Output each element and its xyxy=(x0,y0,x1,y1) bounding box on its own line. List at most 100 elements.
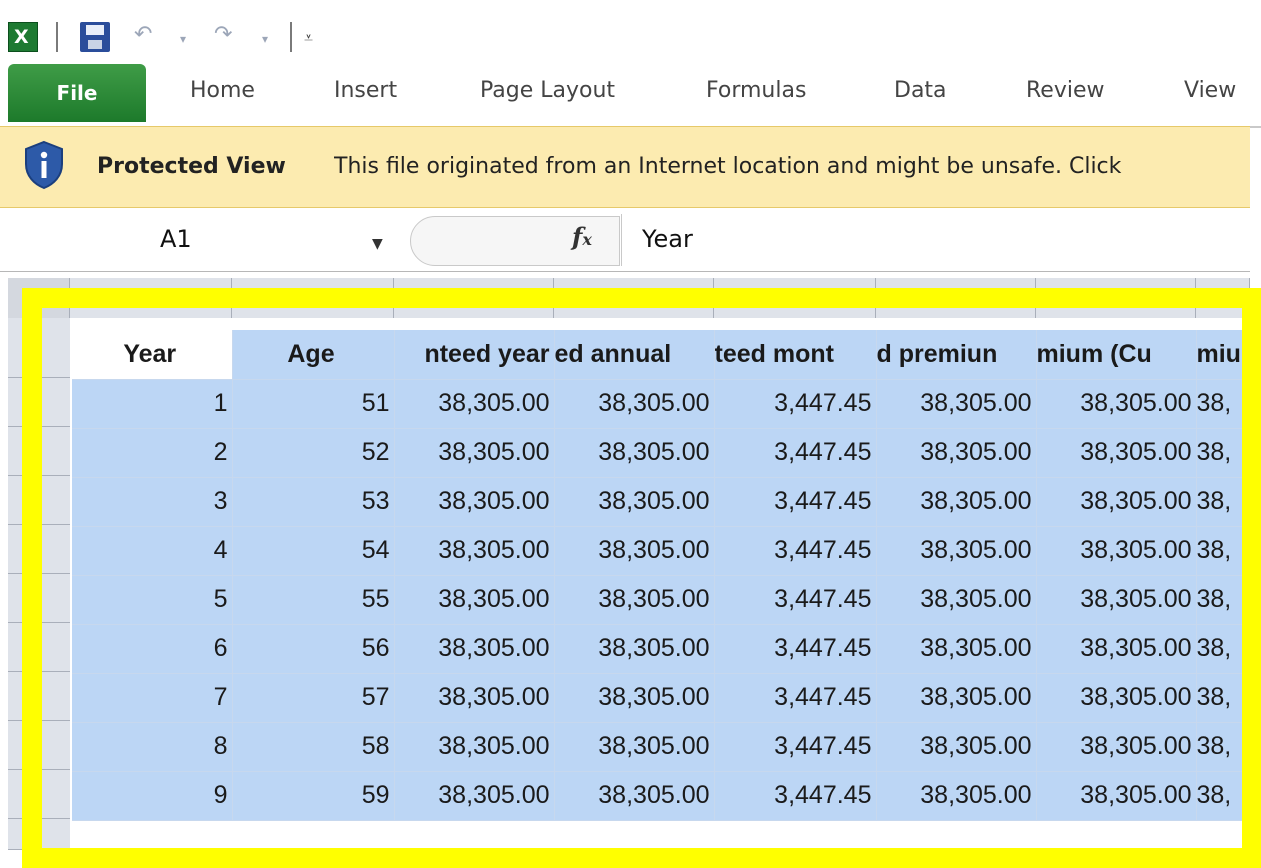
table-cell[interactable]: 38, xyxy=(1196,722,1257,772)
formula-input[interactable]: Year xyxy=(642,225,693,253)
table-cell[interactable]: 9 xyxy=(72,771,233,821)
table-cell[interactable]: 3,447.45 xyxy=(714,722,877,772)
table-cell[interactable]: 38,305.00 xyxy=(1036,673,1197,723)
table-cell[interactable]: 38,305.00 xyxy=(394,722,555,772)
table-cell[interactable]: 58 xyxy=(232,722,395,772)
table-cell[interactable]: 38,305.00 xyxy=(554,673,715,723)
row-header[interactable] xyxy=(8,525,70,574)
table-cell[interactable]: 8 xyxy=(72,722,233,772)
table-cell[interactable]: 3,447.45 xyxy=(714,428,877,478)
table-cell[interactable]: 38,305.00 xyxy=(1036,477,1197,527)
table-cell[interactable]: 3,447.45 xyxy=(714,673,877,723)
table-cell[interactable]: 38, xyxy=(1196,575,1257,625)
table-cell[interactable]: 38,305.00 xyxy=(876,673,1037,723)
table-cell[interactable]: 38,305.00 xyxy=(554,477,715,527)
table-cell[interactable]: 57 xyxy=(232,673,395,723)
table-cell[interactable]: 56 xyxy=(232,624,395,674)
column-header[interactable] xyxy=(1196,278,1250,318)
table-cell[interactable]: 38,305.00 xyxy=(876,575,1037,625)
header-cell[interactable]: d premiun xyxy=(876,330,1037,380)
table-cell[interactable]: 38, xyxy=(1196,624,1257,674)
column-header[interactable] xyxy=(554,278,714,318)
row-header[interactable] xyxy=(8,721,70,770)
tab-page-layout[interactable]: Page Layout xyxy=(480,78,615,103)
table-cell[interactable]: 4 xyxy=(72,526,233,576)
row-header[interactable] xyxy=(8,623,70,672)
name-box-dropdown-icon[interactable]: ▼ xyxy=(372,236,383,252)
table-cell[interactable]: 38,305.00 xyxy=(876,477,1037,527)
table-cell[interactable]: 38, xyxy=(1196,428,1257,478)
column-header[interactable] xyxy=(394,278,554,318)
redo-dropdown-icon[interactable]: ▾ xyxy=(262,32,268,46)
active-cell[interactable]: Year xyxy=(72,330,233,380)
table-cell[interactable]: 38,305.00 xyxy=(394,379,555,429)
table-cell[interactable]: 38,305.00 xyxy=(1036,771,1197,821)
table-cell[interactable]: 38,305.00 xyxy=(1036,722,1197,772)
table-cell[interactable]: 53 xyxy=(232,477,395,527)
table-cell[interactable]: 38,305.00 xyxy=(554,575,715,625)
table-cell[interactable]: 3 xyxy=(72,477,233,527)
tab-data[interactable]: Data xyxy=(894,78,947,103)
table-cell[interactable]: 3,447.45 xyxy=(714,575,877,625)
table-cell[interactable]: 38,305.00 xyxy=(876,624,1037,674)
table-cell[interactable]: 38,305.00 xyxy=(1036,526,1197,576)
table-cell[interactable]: 54 xyxy=(232,526,395,576)
tab-insert[interactable]: Insert xyxy=(334,78,397,103)
table-cell[interactable]: 51 xyxy=(232,379,395,429)
tab-formulas[interactable]: Formulas xyxy=(706,78,806,103)
table-cell[interactable]: 38,305.00 xyxy=(554,379,715,429)
tab-view[interactable]: View xyxy=(1184,78,1236,103)
table-cell[interactable]: 38, xyxy=(1196,477,1257,527)
table-cell[interactable]: 7 xyxy=(72,673,233,723)
table-cell[interactable]: 38,305.00 xyxy=(876,526,1037,576)
column-header[interactable] xyxy=(714,278,876,318)
table-cell[interactable]: 55 xyxy=(232,575,395,625)
table-cell[interactable]: 38,305.00 xyxy=(554,624,715,674)
table-cell[interactable]: 38,305.00 xyxy=(394,624,555,674)
excel-icon[interactable]: X xyxy=(8,22,38,52)
tab-home[interactable]: Home xyxy=(190,78,255,103)
table-cell[interactable]: 38,305.00 xyxy=(394,477,555,527)
column-header[interactable] xyxy=(876,278,1036,318)
table-cell[interactable]: 38,305.00 xyxy=(394,526,555,576)
row-header[interactable] xyxy=(8,819,70,850)
save-icon[interactable] xyxy=(80,22,110,52)
column-header[interactable] xyxy=(70,278,232,318)
header-cell[interactable]: teed mont xyxy=(714,330,877,380)
table-cell[interactable]: 38,305.00 xyxy=(1036,428,1197,478)
table-cell[interactable]: 38,305.00 xyxy=(394,428,555,478)
table-cell[interactable]: 38,305.00 xyxy=(1036,575,1197,625)
redo-icon[interactable]: ↷ xyxy=(214,22,232,47)
row-header[interactable] xyxy=(8,476,70,525)
row-header[interactable] xyxy=(8,672,70,721)
undo-icon[interactable]: ↶ xyxy=(134,22,152,47)
table-cell[interactable]: 3,447.45 xyxy=(714,526,877,576)
row-header[interactable] xyxy=(8,427,70,476)
table-cell[interactable]: 38,305.00 xyxy=(876,428,1037,478)
column-header[interactable] xyxy=(1036,278,1196,318)
customize-qat-icon[interactable]: ⩡ xyxy=(304,28,313,48)
row-header[interactable] xyxy=(8,574,70,623)
table-cell[interactable]: 3,447.45 xyxy=(714,477,877,527)
column-header[interactable] xyxy=(232,278,394,318)
header-cell[interactable]: ed annual xyxy=(554,330,715,380)
table-cell[interactable]: 3,447.45 xyxy=(714,771,877,821)
tab-review[interactable]: Review xyxy=(1026,78,1105,103)
insert-function-icon[interactable]: fx xyxy=(572,222,592,251)
row-header[interactable] xyxy=(8,770,70,819)
table-cell[interactable]: 1 xyxy=(72,379,233,429)
table-cell[interactable]: 5 xyxy=(72,575,233,625)
table-cell[interactable]: 6 xyxy=(72,624,233,674)
table-cell[interactable]: 52 xyxy=(232,428,395,478)
table-cell[interactable]: 38,305.00 xyxy=(554,771,715,821)
table-cell[interactable]: 38,305.00 xyxy=(1036,379,1197,429)
table-cell[interactable]: 2 xyxy=(72,428,233,478)
table-cell[interactable]: 38,305.00 xyxy=(394,771,555,821)
table-cell[interactable]: 38, xyxy=(1196,673,1257,723)
header-cell[interactable]: Age xyxy=(232,330,395,380)
table-cell[interactable]: 38, xyxy=(1196,379,1257,429)
header-cell[interactable]: nteed year xyxy=(394,330,555,380)
select-all-corner[interactable] xyxy=(8,278,70,318)
table-cell[interactable]: 59 xyxy=(232,771,395,821)
table-cell[interactable]: 38, xyxy=(1196,771,1257,821)
